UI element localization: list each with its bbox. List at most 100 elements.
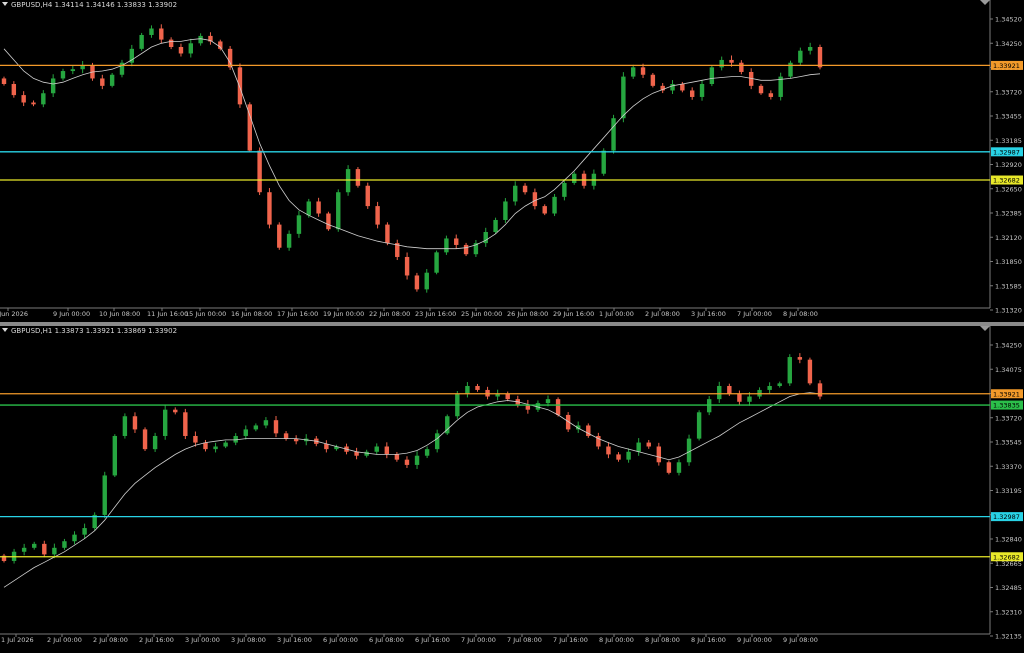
candle-body[interactable] <box>316 201 321 214</box>
candle-body[interactable] <box>717 385 722 400</box>
candle-body[interactable] <box>394 454 400 460</box>
candle-body[interactable] <box>152 435 158 450</box>
candle-body[interactable] <box>365 185 370 207</box>
h1-chart-pane[interactable]: GBPUSD,H1 1.33873 1.33921 1.33869 1.3390… <box>0 326 1024 653</box>
candle-body[interactable] <box>454 238 459 245</box>
candle-body[interactable] <box>243 429 248 436</box>
candle-body[interactable] <box>364 451 369 456</box>
candle-body[interactable] <box>424 272 429 290</box>
candle-body[interactable] <box>60 71 66 79</box>
candle-body[interactable] <box>159 28 164 40</box>
candle-body[interactable] <box>719 59 724 68</box>
candle-body[interactable] <box>253 425 259 430</box>
candle-body[interactable] <box>798 50 803 63</box>
candle-body[interactable] <box>767 385 772 390</box>
candle-body[interactable] <box>444 238 449 253</box>
candle-body[interactable] <box>493 219 498 232</box>
candle-body[interactable] <box>32 543 37 548</box>
candle-body[interactable] <box>257 150 262 193</box>
candle-body[interactable] <box>193 435 198 443</box>
candle-body[interactable] <box>505 393 510 400</box>
candle-body[interactable] <box>729 59 734 63</box>
candle-body[interactable] <box>532 192 538 207</box>
candle-body[interactable] <box>699 84 705 97</box>
candle-body[interactable] <box>817 47 823 68</box>
candle-body[interactable] <box>263 420 269 426</box>
candle-body[interactable] <box>218 41 223 49</box>
candle-body[interactable] <box>676 462 682 473</box>
candle-body[interactable] <box>646 442 651 447</box>
candle-body[interactable] <box>52 547 57 555</box>
candle-body[interactable] <box>680 84 685 91</box>
candle-body[interactable] <box>739 62 744 72</box>
candle-body[interactable] <box>606 446 611 455</box>
candle-body[interactable] <box>601 150 606 174</box>
candle-body[interactable] <box>626 451 631 460</box>
candle-body[interactable] <box>611 118 616 151</box>
h4-chart-pane[interactable]: GBPUSD,H4 1.34114 1.34146 1.33833 1.3390… <box>0 0 1024 322</box>
candle-body[interactable] <box>100 78 105 86</box>
candle-body[interactable] <box>142 429 148 450</box>
candle-body[interactable] <box>737 393 742 402</box>
candle-body[interactable] <box>552 196 557 214</box>
candle-body[interactable] <box>817 383 823 397</box>
candle-body[interactable] <box>475 385 480 390</box>
candle-body[interactable] <box>178 47 184 54</box>
dropdown-triangle-icon[interactable] <box>2 328 8 332</box>
candle-body[interactable] <box>162 409 168 436</box>
candle-body[interactable] <box>375 206 380 225</box>
candle-body[interactable] <box>807 47 813 51</box>
candle-body[interactable] <box>283 433 289 439</box>
candle-body[interactable] <box>636 442 641 452</box>
candle-body[interactable] <box>277 224 282 248</box>
candle-body[interactable] <box>414 275 420 290</box>
candle-body[interactable] <box>11 84 17 96</box>
candle-body[interactable] <box>522 185 528 193</box>
shift-marker-icon[interactable] <box>980 326 990 331</box>
candle-body[interactable] <box>237 67 243 105</box>
h4-candlestick-chart[interactable]: 1.345201.342501.339851.337201.334551.331… <box>0 0 1024 322</box>
candle-body[interactable] <box>670 84 675 91</box>
candle-body[interactable] <box>149 28 154 35</box>
candle-body[interactable] <box>168 39 174 47</box>
candle-body[interactable] <box>62 541 67 548</box>
candle-body[interactable] <box>374 446 379 452</box>
shift-marker-icon[interactable] <box>980 0 990 5</box>
candle-body[interactable] <box>414 455 420 465</box>
candle-body[interactable] <box>404 459 410 465</box>
candle-body[interactable] <box>198 35 203 44</box>
h1-candlestick-chart[interactable]: 1.342501.340751.338951.337201.335451.333… <box>0 326 1024 653</box>
candle-body[interactable] <box>112 435 118 476</box>
candle-body[interactable] <box>777 383 782 386</box>
candle-body[interactable] <box>227 48 233 68</box>
candle-body[interactable] <box>656 446 662 463</box>
candle-body[interactable] <box>404 256 410 276</box>
candle-body[interactable] <box>787 357 792 384</box>
candle-body[interactable] <box>42 543 47 555</box>
candle-body[interactable] <box>286 233 292 248</box>
candle-body[interactable] <box>463 244 469 255</box>
candle-body[interactable] <box>50 78 56 94</box>
candle-body[interactable] <box>689 90 695 97</box>
candle-body[interactable] <box>727 385 732 394</box>
candle-body[interactable] <box>572 173 577 183</box>
candle-body[interactable] <box>326 213 331 230</box>
candle-body[interactable] <box>650 74 656 86</box>
candle-body[interactable] <box>434 433 440 450</box>
candle-body[interactable] <box>542 206 547 214</box>
candle-body[interactable] <box>213 446 218 450</box>
candle-body[interactable] <box>424 449 430 456</box>
candle-body[interactable] <box>72 534 77 542</box>
candle-body[interactable] <box>384 446 390 455</box>
candle-body[interactable] <box>686 438 692 463</box>
candle-body[interactable] <box>109 74 115 86</box>
candle-body[interactable] <box>797 357 803 360</box>
candle-body[interactable] <box>758 85 764 94</box>
candle-body[interactable] <box>709 67 715 84</box>
candle-body[interactable] <box>696 412 702 439</box>
candle-body[interactable] <box>273 420 279 434</box>
candle-body[interactable] <box>513 185 518 202</box>
candle-body[interactable] <box>465 385 470 394</box>
candle-body[interactable] <box>616 454 621 460</box>
candle-body[interactable] <box>183 412 188 436</box>
